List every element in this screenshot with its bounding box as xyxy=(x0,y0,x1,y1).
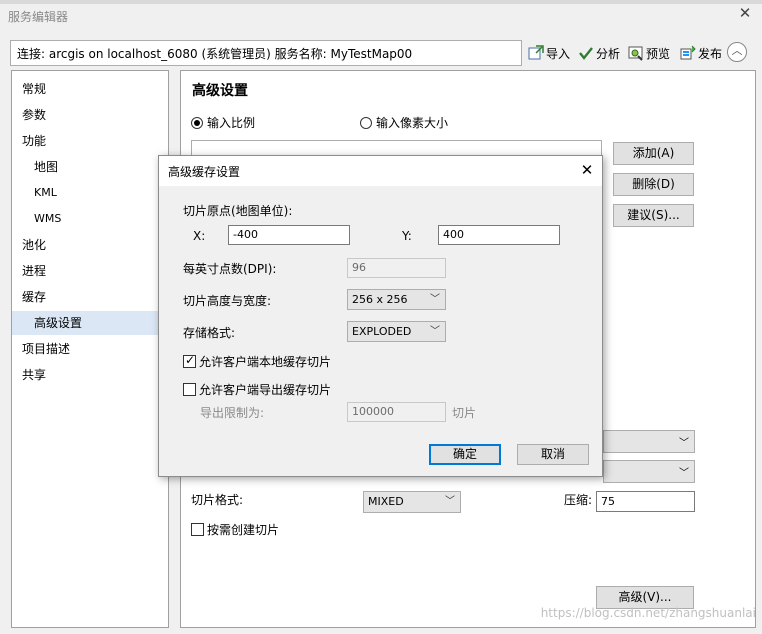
sidebar: 常规 参数 功能 地图 KML WMS 池化 进程 缓存 高级设置 项目描述 共… xyxy=(11,70,169,628)
sidebar-item-caching[interactable]: 缓存 xyxy=(12,285,168,309)
background-strip xyxy=(0,0,762,4)
checkmark-icon xyxy=(578,45,594,61)
sidebar-item-map[interactable]: 地图 xyxy=(12,155,168,179)
sidebar-item-advanced-settings[interactable]: 高级设置 xyxy=(12,311,168,335)
tile-format-select[interactable]: MIXED ﹀ xyxy=(363,491,461,513)
sidebar-item-wms[interactable]: WMS xyxy=(12,207,168,231)
partial-dropdown-2[interactable]: ﹀ xyxy=(603,460,695,483)
storage-format-value: EXPLODED xyxy=(352,325,412,338)
ok-button[interactable]: 确定 xyxy=(429,444,501,465)
cancel-button[interactable]: 取消 xyxy=(517,444,589,465)
publish-button[interactable]: 发布 xyxy=(680,42,722,64)
sidebar-item-pooling[interactable]: 池化 xyxy=(12,233,168,257)
sidebar-item-item-description[interactable]: 项目描述 xyxy=(12,337,168,361)
import-button[interactable]: 导入 xyxy=(528,42,570,64)
dialog-close-icon[interactable]: ✕ xyxy=(577,160,597,180)
sidebar-item-general[interactable]: 常规 xyxy=(12,77,168,101)
allow-client-cache-checkbox[interactable]: 允许客户端本地缓存切片 xyxy=(183,353,331,370)
sidebar-item-capabilities[interactable]: 功能 xyxy=(12,129,168,153)
watermark: https://blog.csdn.net/zhangshuanlai xyxy=(540,606,756,620)
storage-format-select[interactable]: EXPLODED ﹀ xyxy=(347,321,446,342)
allow-client-export-checkbox[interactable]: 允许客户端导出缓存切片 xyxy=(183,381,331,398)
radio-checked-icon xyxy=(191,116,203,129)
dialog-title: 高级缓存设置 xyxy=(168,165,241,179)
sidebar-item-kml[interactable]: KML xyxy=(12,181,168,205)
chevron-down-icon: ﹀ xyxy=(445,496,455,507)
suggest-button[interactable]: 建议(S)... xyxy=(613,204,694,227)
window-close-icon[interactable]: ✕ xyxy=(736,4,754,22)
analyze-button[interactable]: 分析 xyxy=(578,42,620,64)
tile-size-label: 切片高度与宽度: xyxy=(183,294,272,308)
export-limit-unit: 切片 xyxy=(452,406,477,420)
checkbox-unchecked-icon xyxy=(183,383,196,396)
tile-format-label: 切片格式: xyxy=(191,493,244,507)
preview-icon xyxy=(628,45,644,61)
compression-input[interactable]: 75 xyxy=(596,491,695,512)
publish-icon xyxy=(680,45,696,61)
chevron-down-icon: ﹀ xyxy=(679,468,689,479)
publish-label: 发布 xyxy=(698,46,723,61)
export-limit-input: 100000 xyxy=(347,402,446,422)
storage-format-label: 存储格式: xyxy=(183,326,236,340)
checkbox-unchecked-icon xyxy=(191,523,204,536)
create-on-demand-checkbox[interactable]: 按需创建切片 xyxy=(191,521,279,538)
radio-input-pixel-size-label: 输入像素大小 xyxy=(376,116,449,130)
add-button[interactable]: 添加(A) xyxy=(613,142,694,165)
tile-origin-label: 切片原点(地图单位): xyxy=(183,204,293,218)
tile-size-value: 256 x 256 xyxy=(352,293,408,306)
chevron-down-icon: ﹀ xyxy=(679,438,689,449)
page-title: 高级设置 xyxy=(192,83,248,99)
connection-info: 连接: arcgis on localhost_6080 (系统管理员) 服务名… xyxy=(10,40,522,66)
tile-size-select[interactable]: 256 x 256 ﹀ xyxy=(347,289,446,310)
dpi-label: 每英寸点数(DPI): xyxy=(183,262,277,276)
chevron-down-icon: ﹀ xyxy=(430,294,440,305)
collapse-icon[interactable]: ︿ xyxy=(727,42,747,62)
checkbox-checked-icon xyxy=(183,353,196,368)
window-title: 服务编辑器 xyxy=(8,10,69,24)
origin-x-input[interactable]: -400 xyxy=(228,225,350,245)
import-label: 导入 xyxy=(546,46,571,61)
sidebar-item-parameters[interactable]: 参数 xyxy=(12,103,168,127)
origin-y-input[interactable]: 400 xyxy=(438,225,560,245)
dpi-input: 96 xyxy=(347,258,446,278)
chevron-down-icon: ﹀ xyxy=(430,326,440,337)
radio-input-pixel-size[interactable]: 输入像素大小 xyxy=(360,114,448,131)
y-label: Y: xyxy=(402,229,412,243)
radio-unchecked-icon xyxy=(360,116,372,129)
x-label: X: xyxy=(193,229,206,243)
tile-format-value: MIXED xyxy=(368,495,404,508)
sidebar-item-processes[interactable]: 进程 xyxy=(12,259,168,283)
delete-button[interactable]: 删除(D) xyxy=(613,173,694,196)
radio-input-scale-label: 输入比例 xyxy=(207,116,256,130)
create-on-demand-label: 按需创建切片 xyxy=(207,523,280,537)
sidebar-item-sharing[interactable]: 共享 xyxy=(12,363,168,387)
preview-label: 预览 xyxy=(646,46,671,61)
import-icon xyxy=(528,45,544,61)
partial-dropdown-1[interactable]: ﹀ xyxy=(603,430,695,453)
export-limit-label: 导出限制为: xyxy=(200,406,265,420)
analyze-label: 分析 xyxy=(596,46,621,61)
radio-input-scale[interactable]: 输入比例 xyxy=(191,114,255,131)
compression-label: 压缩: xyxy=(564,493,593,507)
allow-client-cache-label: 允许客户端本地缓存切片 xyxy=(199,355,332,369)
allow-client-export-label: 允许客户端导出缓存切片 xyxy=(199,383,332,397)
preview-button[interactable]: 预览 xyxy=(628,42,670,64)
